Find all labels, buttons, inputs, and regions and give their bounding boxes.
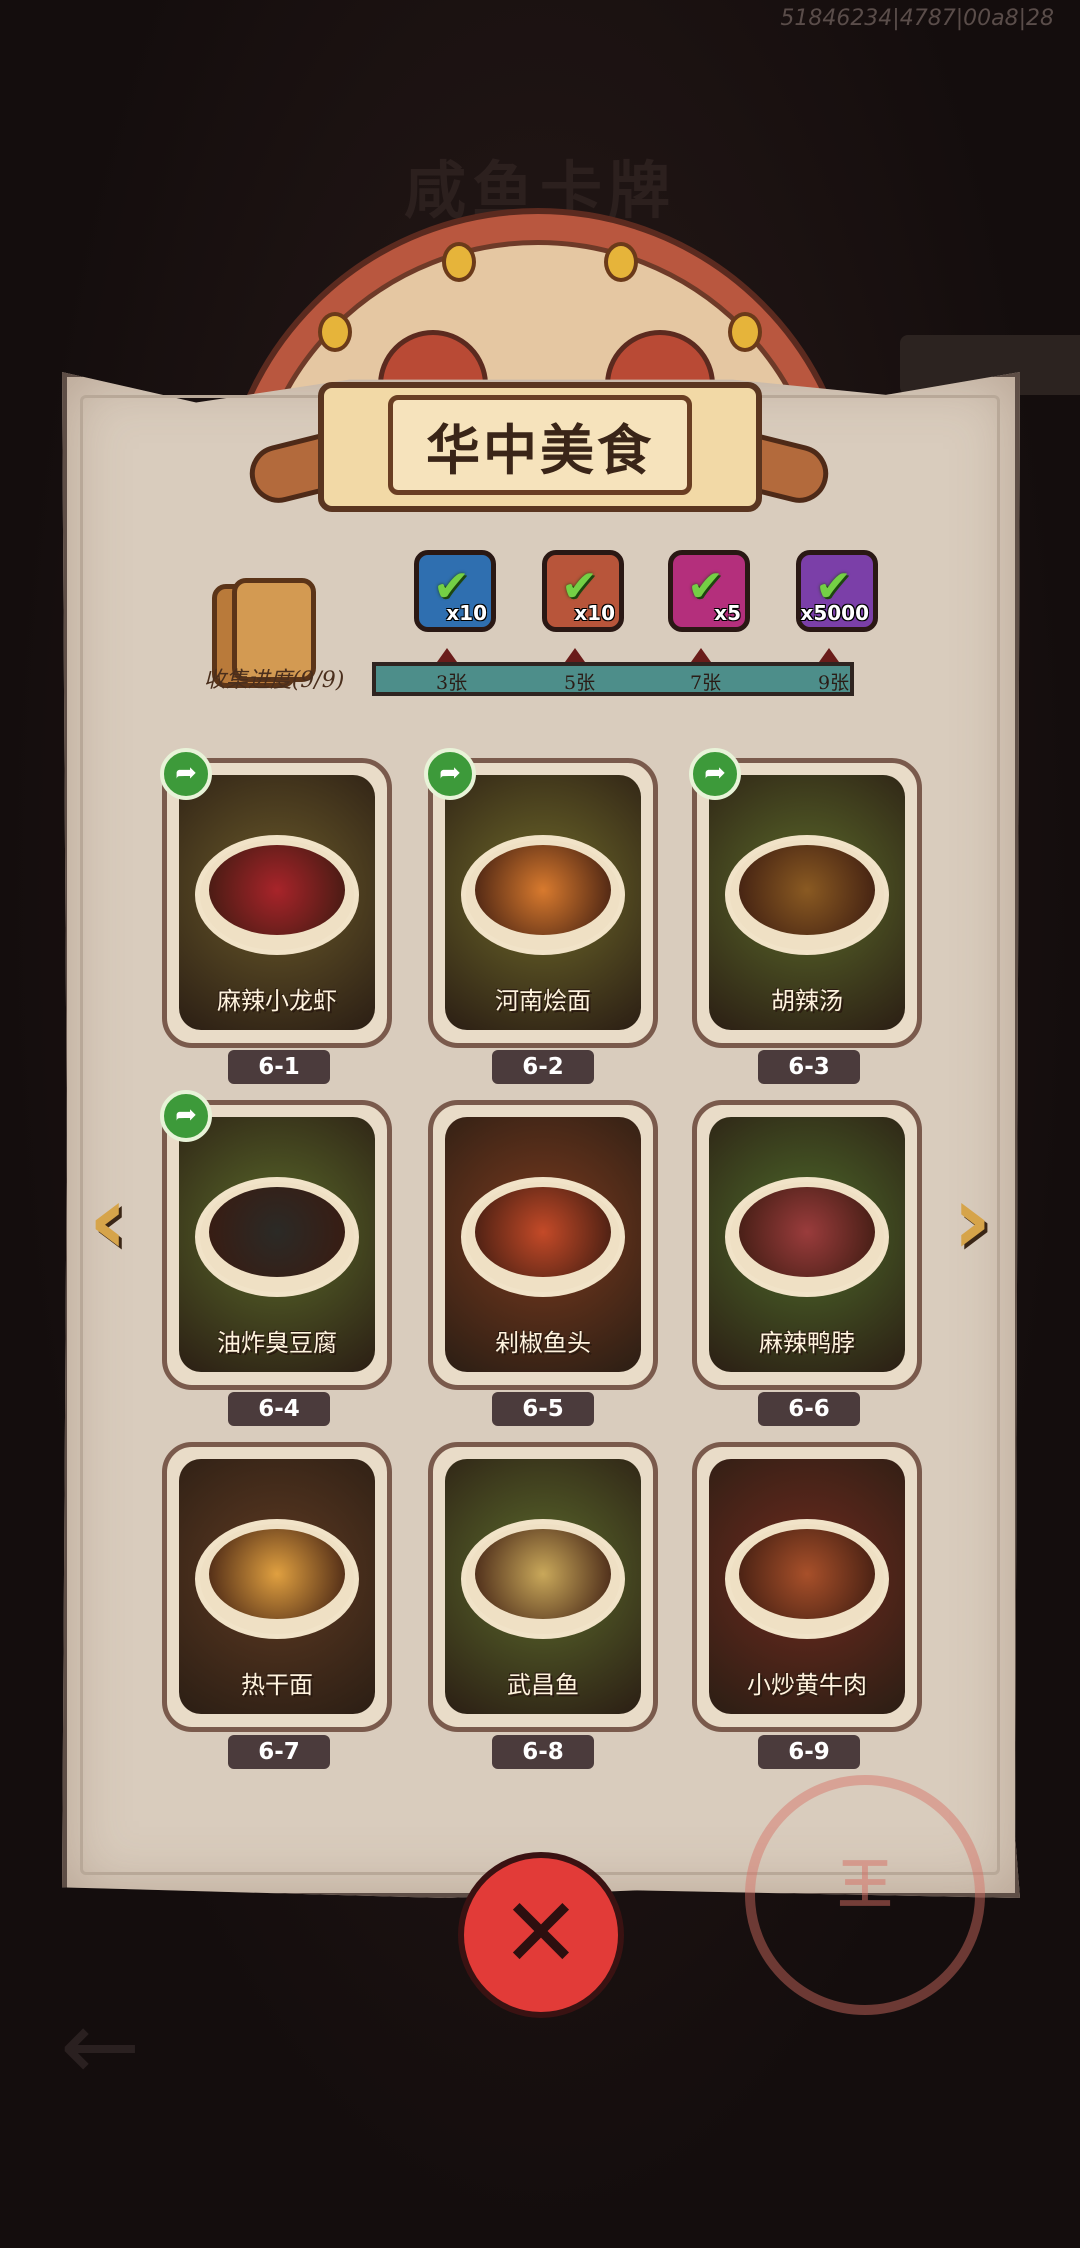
food-card[interactable]: 油炸臭豆腐: [162, 1100, 392, 1390]
reward-qty: x10: [446, 601, 487, 625]
food-name: 麻辣鸭脖: [759, 1329, 855, 1357]
reward-qty: x10: [574, 601, 615, 625]
food-name: 河南烩面: [495, 987, 591, 1015]
tick-pointer-icon: [691, 648, 711, 662]
share-icon[interactable]: ➦: [689, 748, 741, 800]
close-button[interactable]: ✕: [458, 1852, 624, 2018]
reward-gem-icon[interactable]: ✔ x5: [668, 550, 750, 632]
food-card[interactable]: 小炒黄牛肉: [692, 1442, 922, 1732]
food-card[interactable]: 热干面: [162, 1442, 392, 1732]
card-id-badge: 6-7: [228, 1735, 330, 1769]
reward-scroll-icon[interactable]: ✔ x10: [542, 550, 624, 632]
next-page-arrow-icon[interactable]: ›: [934, 1168, 1010, 1272]
food-name: 剁椒鱼头: [495, 1329, 591, 1357]
bolt-icon: [442, 242, 476, 282]
food-name: 麻辣小龙虾: [217, 987, 337, 1015]
tick-pointer-icon: [437, 648, 457, 662]
progress-tick: 5张: [564, 672, 596, 694]
card-id-badge: 6-9: [758, 1735, 860, 1769]
card-id-badge: 6-3: [758, 1050, 860, 1084]
dish-food: [475, 1529, 611, 1619]
share-icon[interactable]: ➦: [424, 748, 476, 800]
back-arrow-icon: ←: [60, 1990, 141, 2102]
dish-food: [209, 1529, 345, 1619]
dish-food: [739, 845, 875, 935]
food-name: 胡辣汤: [771, 987, 843, 1015]
bolt-icon: [604, 242, 638, 282]
dish-food: [739, 1529, 875, 1619]
card-id-badge: 6-2: [492, 1050, 594, 1084]
card-art: 油炸臭豆腐: [179, 1117, 375, 1372]
food-card[interactable]: 剁椒鱼头: [428, 1100, 658, 1390]
dish-food: [475, 1187, 611, 1277]
progress-tick: 7张: [690, 672, 722, 694]
card-art: 麻辣小龙虾: [179, 775, 375, 1030]
card-id-badge: 6-5: [492, 1392, 594, 1426]
progress-tick: 3张: [436, 672, 468, 694]
debug-id: 51846234|4787|00a8|28: [780, 6, 1054, 31]
card-id-badge: 6-1: [228, 1050, 330, 1084]
card-art: 热干面: [179, 1459, 375, 1714]
title-plate: 华中美食: [388, 395, 692, 495]
prev-page-arrow-icon[interactable]: ‹: [70, 1168, 146, 1272]
card-id-badge: 6-4: [228, 1392, 330, 1426]
bolt-icon: [318, 312, 352, 352]
reward-crystal-icon[interactable]: ✔ x5000: [796, 550, 878, 632]
reward-chest-icon[interactable]: ✔ x10: [414, 550, 496, 632]
food-card[interactable]: 胡辣汤: [692, 758, 922, 1048]
food-card[interactable]: 麻辣小龙虾: [162, 758, 392, 1048]
food-name: 武昌鱼: [507, 1671, 579, 1699]
reward-qty: x5000: [800, 601, 869, 625]
dish-food: [475, 845, 611, 935]
card-art: 剁椒鱼头: [445, 1117, 641, 1372]
food-card[interactable]: 武昌鱼: [428, 1442, 658, 1732]
food-name: 小炒黄牛肉: [747, 1671, 867, 1699]
dish-food: [739, 1187, 875, 1277]
dish-food: [209, 845, 345, 935]
card-art: 武昌鱼: [445, 1459, 641, 1714]
card-art: 麻辣鸭脖: [709, 1117, 905, 1372]
tick-pointer-icon: [565, 648, 585, 662]
food-name: 热干面: [241, 1671, 313, 1699]
food-name: 油炸臭豆腐: [217, 1329, 337, 1357]
dish-food: [209, 1187, 345, 1277]
card-art: 河南烩面: [445, 775, 641, 1030]
share-icon[interactable]: ➦: [160, 748, 212, 800]
card-art: 胡辣汤: [709, 775, 905, 1030]
tick-pointer-icon: [819, 648, 839, 662]
food-card[interactable]: 麻辣鸭脖: [692, 1100, 922, 1390]
reward-qty: x5: [714, 601, 741, 625]
game-screen: 51846234|4787|00a8|28 咸鱼卡牌 王 华中美食 收集进度(9…: [0, 0, 1080, 2248]
share-icon[interactable]: ➦: [160, 1090, 212, 1142]
card-art: 小炒黄牛肉: [709, 1459, 905, 1714]
page-title: 华中美食: [426, 418, 654, 482]
seal-stamp: 王: [745, 1775, 985, 2015]
collection-progress-label: 收集进度(9/9): [203, 668, 345, 693]
card-id-badge: 6-6: [758, 1392, 860, 1426]
progress-tick: 9张: [818, 672, 850, 694]
food-card[interactable]: 河南烩面: [428, 758, 658, 1048]
bolt-icon: [728, 312, 762, 352]
card-id-badge: 6-8: [492, 1735, 594, 1769]
